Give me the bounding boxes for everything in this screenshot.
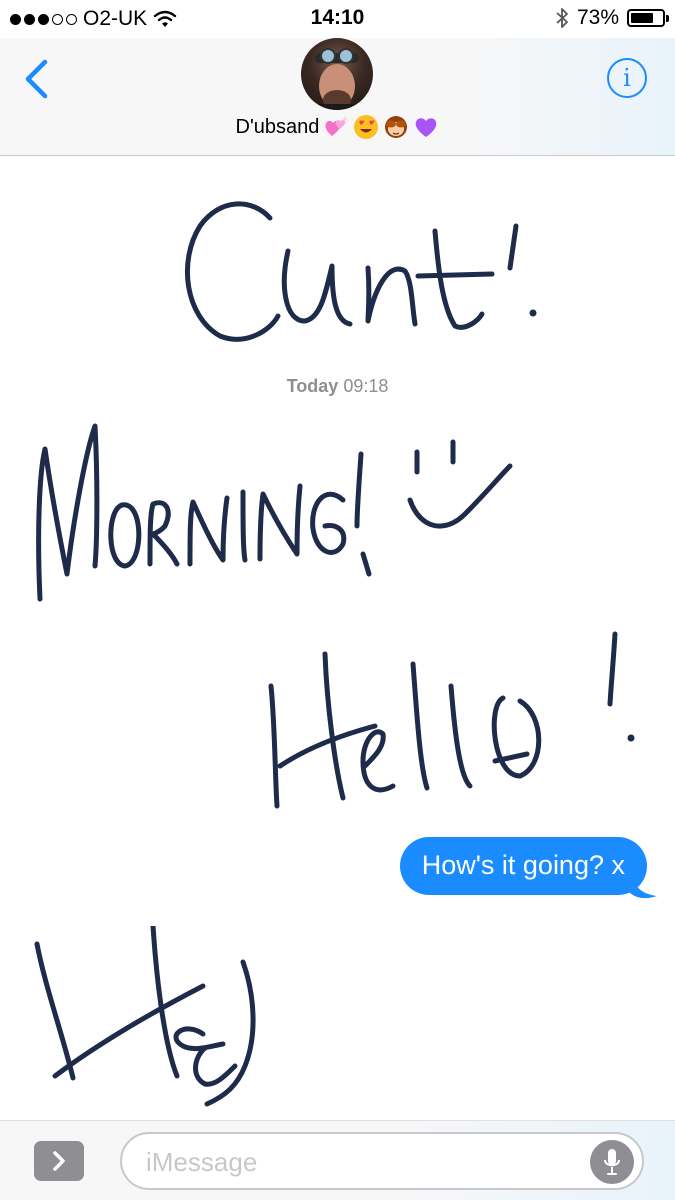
chevron-right-icon [53, 1151, 65, 1171]
timestamp-time: 09:18 [343, 376, 389, 396]
contact-avatar[interactable] [301, 38, 373, 110]
battery-level [631, 13, 653, 23]
status-right: 73% [555, 6, 669, 30]
contact-name: D'ubsand [235, 115, 320, 138]
battery-icon [627, 9, 669, 27]
back-button[interactable] [14, 54, 58, 104]
text-message-bubble[interactable]: How's it going? x [399, 837, 647, 895]
timestamp-day: Today [286, 376, 339, 396]
compose-bar [0, 1120, 675, 1200]
battery-percent: 73% [576, 6, 619, 29]
contact-name-row[interactable]: D'ubsand [0, 114, 675, 140]
mic-button[interactable] [590, 1140, 634, 1184]
heart-eyes-icon [354, 115, 379, 139]
apps-button[interactable] [34, 1141, 84, 1181]
see-no-evil-monkey-icon [385, 116, 408, 138]
handwritten-message[interactable] [255, 626, 655, 826]
status-bar: O2-UK 14:10 73% [0, 0, 675, 38]
info-button[interactable]: i [607, 58, 647, 98]
handwritten-message[interactable] [25, 414, 525, 614]
purple-heart-icon [416, 118, 437, 137]
message-field[interactable] [120, 1132, 644, 1190]
bubble-tail [629, 870, 657, 899]
bluetooth-icon [556, 8, 568, 28]
chevron-left-icon [25, 59, 48, 99]
conversation-header: D'ubsand i [0, 38, 675, 156]
sparkling-hearts-icon [325, 116, 349, 136]
handwritten-message[interactable] [160, 156, 580, 356]
info-icon: i [623, 64, 631, 92]
message-text: How's it going? x [421, 850, 625, 880]
message-input[interactable] [144, 1144, 588, 1180]
messages-screen: O2-UK 14:10 73% D'ubsand i Today 09:18 H… [0, 0, 675, 1200]
timestamp: Today 09:18 [0, 376, 675, 397]
message-list: Today 09:18 How's it going? x [0, 156, 675, 1120]
microphone-icon [604, 1149, 620, 1175]
handwritten-message[interactable] [25, 926, 345, 1126]
